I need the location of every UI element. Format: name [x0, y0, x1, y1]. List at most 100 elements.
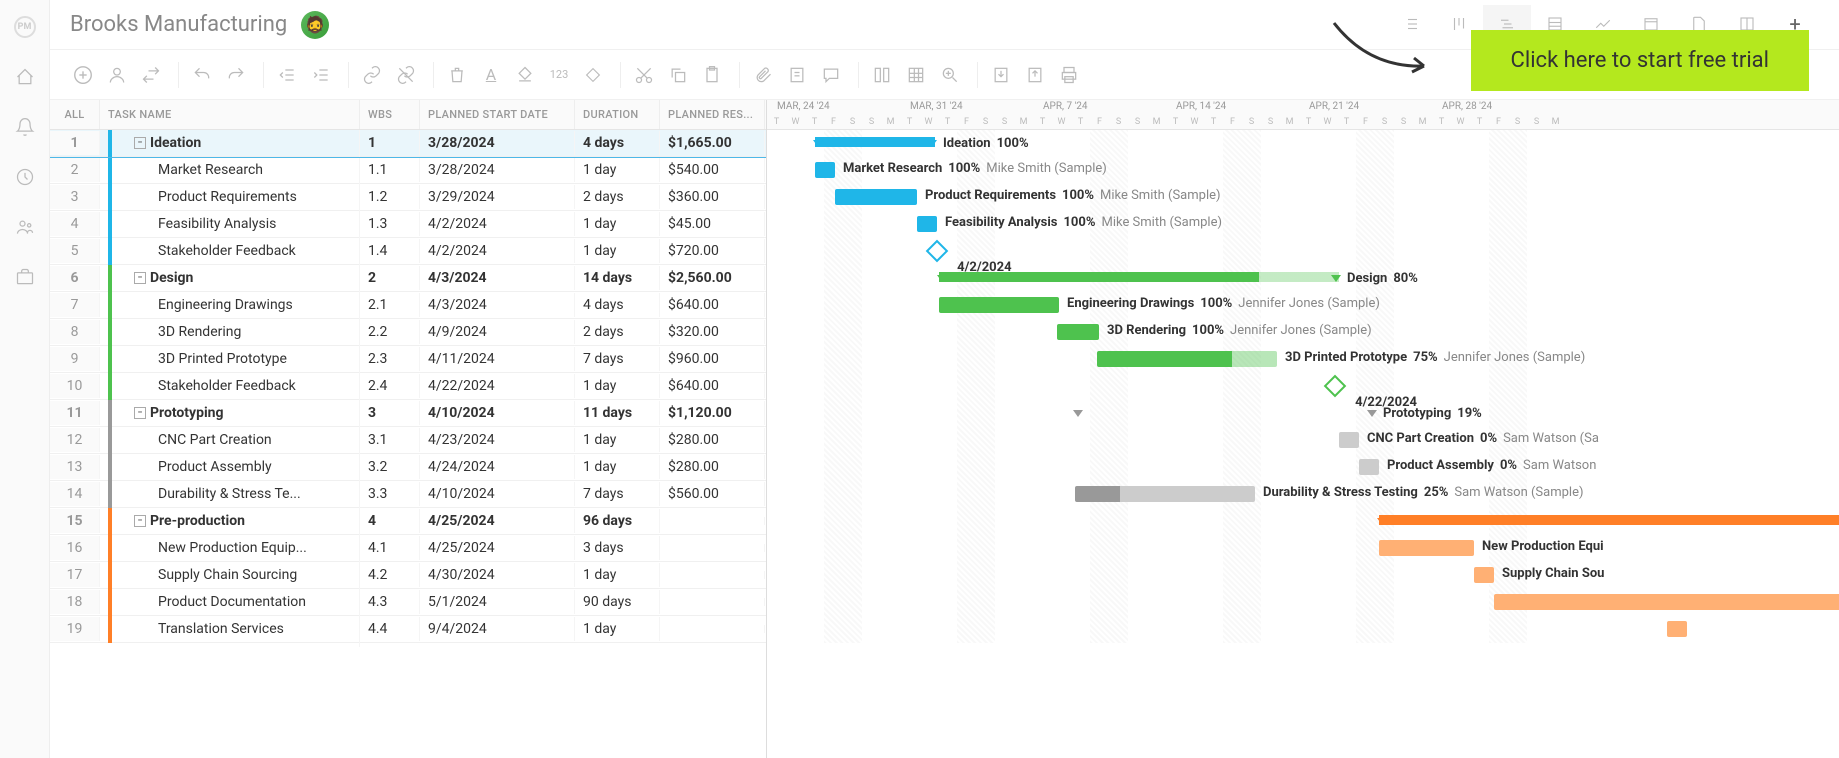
duration-cell[interactable]: 7 days [575, 347, 660, 371]
resource-cell[interactable]: $360.00 [660, 185, 765, 209]
fill-color-icon[interactable] [512, 62, 538, 88]
resource-cell[interactable] [660, 544, 765, 552]
outdent-icon[interactable] [274, 62, 300, 88]
resource-cell[interactable]: $720.00 [660, 239, 765, 263]
duration-cell[interactable]: 1 day [575, 374, 660, 398]
gantt-milestone[interactable]: 4/22/2024 [1324, 375, 1347, 398]
gantt-bar[interactable]: 3D Rendering100%Jennifer Jones (Sample) [1057, 324, 1099, 340]
gantt-bar[interactable]: Product Requirements100%Mike Smith (Samp… [835, 189, 917, 205]
collapse-icon[interactable]: − [134, 137, 146, 149]
duration-cell[interactable]: 7 days [575, 482, 660, 506]
zoom-icon[interactable] [937, 62, 963, 88]
start-cell[interactable]: 5/1/2024 [420, 590, 575, 614]
link-icon[interactable] [359, 62, 385, 88]
duration-cell[interactable]: 2 days [575, 185, 660, 209]
task-name-cell[interactable]: Translation Services [100, 612, 360, 647]
gantt-bar[interactable]: Product Assembly0%Sam Watson [1359, 459, 1379, 475]
gantt-bar[interactable] [1494, 594, 1839, 610]
grid-icon[interactable] [903, 62, 929, 88]
start-cell[interactable]: 4/10/2024 [420, 401, 575, 425]
resource-cell[interactable]: $960.00 [660, 347, 765, 371]
gantt-summary-bar[interactable]: .summary-bar[style*="48px"]::before,.sum… [815, 137, 935, 147]
start-cell[interactable]: 4/25/2024 [420, 509, 575, 533]
start-cell[interactable]: 4/9/2024 [420, 320, 575, 344]
swap-icon[interactable] [138, 62, 164, 88]
start-cell[interactable]: 3/29/2024 [420, 185, 575, 209]
wbs-cell[interactable]: 1 [360, 131, 420, 155]
collapse-icon[interactable]: − [134, 407, 146, 419]
collapse-icon[interactable]: − [134, 515, 146, 527]
start-cell[interactable]: 4/3/2024 [420, 266, 575, 290]
resource-cell[interactable]: $640.00 [660, 374, 765, 398]
resource-cell[interactable]: $640.00 [660, 293, 765, 317]
wbs-cell[interactable]: 1.4 [360, 239, 420, 263]
wbs-cell[interactable]: 1.3 [360, 212, 420, 236]
gantt-bar[interactable]: Supply Chain Sou [1474, 567, 1494, 583]
text-color-icon[interactable]: A [478, 62, 504, 88]
wbs-cell[interactable]: 4.4 [360, 617, 420, 641]
gantt-summary-bar[interactable]: .summary-bar[style*="612px"]::before,.su… [1379, 515, 1839, 525]
columns-icon[interactable] [869, 62, 895, 88]
duration-cell[interactable]: 2 days [575, 320, 660, 344]
start-cell[interactable]: 4/10/2024 [420, 482, 575, 506]
shape-icon[interactable] [580, 62, 606, 88]
gantt-bar[interactable]: Market Research100%Mike Smith (Sample) [815, 162, 835, 178]
assign-icon[interactable] [104, 62, 130, 88]
start-cell[interactable]: 3/28/2024 [420, 158, 575, 182]
delete-icon[interactable] [444, 62, 470, 88]
wbs-cell[interactable]: 3 [360, 401, 420, 425]
notifications-icon[interactable] [14, 116, 36, 138]
resource-cell[interactable]: $1,665.00 [660, 131, 765, 155]
gantt-summary-bar[interactable]: .summary-bar[style*="172px"]::before,.su… [939, 272, 1339, 282]
duration-cell[interactable]: 4 days [575, 131, 660, 155]
wbs-cell[interactable]: 4 [360, 509, 420, 533]
wbs-cell[interactable]: 1.1 [360, 158, 420, 182]
wbs-cell[interactable]: 1.2 [360, 185, 420, 209]
start-cell[interactable]: 4/3/2024 [420, 293, 575, 317]
indent-icon[interactable] [308, 62, 334, 88]
start-cell[interactable]: 4/2/2024 [420, 212, 575, 236]
percent-icon[interactable]: 123 [546, 62, 572, 88]
cta-button[interactable]: Click here to start free trial [1471, 30, 1809, 91]
start-cell[interactable]: 4/22/2024 [420, 374, 575, 398]
resource-cell[interactable]: $280.00 [660, 455, 765, 479]
wbs-cell[interactable]: 3.3 [360, 482, 420, 506]
duration-cell[interactable]: 3 days [575, 536, 660, 560]
resource-cell[interactable] [660, 571, 765, 579]
wbs-cell[interactable]: 3.2 [360, 455, 420, 479]
wbs-cell[interactable]: 4.3 [360, 590, 420, 614]
col-wbs[interactable]: WBS [360, 100, 420, 129]
print-icon[interactable] [1056, 62, 1082, 88]
resource-cell[interactable]: $560.00 [660, 482, 765, 506]
undo-icon[interactable] [189, 62, 215, 88]
home-icon[interactable] [14, 66, 36, 88]
start-cell[interactable]: 4/2/2024 [420, 239, 575, 263]
table-row[interactable]: 19 Translation Services 4.4 9/4/2024 1 d… [50, 616, 766, 643]
cut-icon[interactable] [631, 62, 657, 88]
duration-cell[interactable]: 1 day [575, 239, 660, 263]
col-start[interactable]: PLANNED START DATE [420, 100, 575, 129]
gantt-bar[interactable] [1667, 621, 1687, 637]
duration-cell[interactable]: 11 days [575, 401, 660, 425]
start-cell[interactable]: 4/23/2024 [420, 428, 575, 452]
copy-icon[interactable] [665, 62, 691, 88]
wbs-cell[interactable]: 2 [360, 266, 420, 290]
start-cell[interactable]: 3/28/2024 [420, 131, 575, 155]
wbs-cell[interactable]: 2.1 [360, 293, 420, 317]
logo-icon[interactable]: PM [14, 16, 36, 38]
duration-cell[interactable]: 1 day [575, 212, 660, 236]
export-icon[interactable] [1022, 62, 1048, 88]
import-icon[interactable] [988, 62, 1014, 88]
gantt-milestone[interactable]: 4/2/2024 [926, 240, 949, 263]
duration-cell[interactable]: 1 day [575, 617, 660, 641]
resource-cell[interactable] [660, 517, 765, 525]
start-cell[interactable]: 9/4/2024 [420, 617, 575, 641]
recent-icon[interactable] [14, 166, 36, 188]
gantt-bar[interactable]: Feasibility Analysis100%Mike Smith (Samp… [917, 216, 937, 232]
gantt-bar[interactable]: 3D Printed Prototype75%Jennifer Jones (S… [1097, 351, 1277, 367]
wbs-cell[interactable]: 4.2 [360, 563, 420, 587]
resource-cell[interactable]: $280.00 [660, 428, 765, 452]
gantt-bar[interactable]: New Production Equi [1379, 540, 1474, 556]
duration-cell[interactable]: 1 day [575, 428, 660, 452]
add-task-icon[interactable] [70, 62, 96, 88]
